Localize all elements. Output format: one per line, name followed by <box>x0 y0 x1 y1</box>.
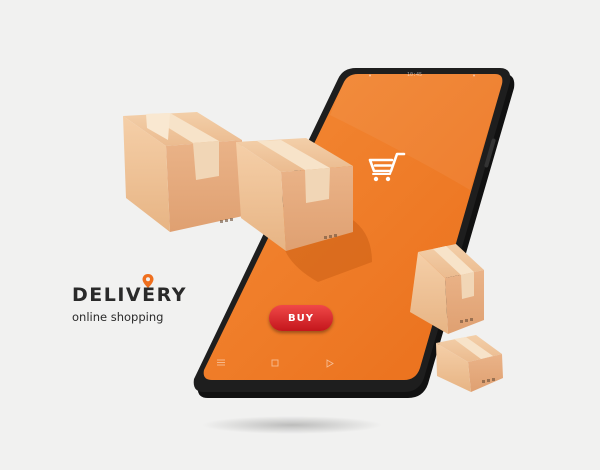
status-dot <box>369 74 371 77</box>
brand-block: DELIVERY online shopping <box>72 284 187 324</box>
brand-subtitle: online shopping <box>72 310 164 324</box>
buy-button[interactable]: BUY <box>269 305 333 331</box>
parcel-box <box>436 335 503 392</box>
ground-shadow <box>202 416 382 434</box>
brand-title: DELIVERY <box>72 284 187 306</box>
status-dot <box>473 74 475 77</box>
parcel-box <box>123 112 243 232</box>
delivery-scene <box>123 68 515 434</box>
status-time: 10:45 <box>407 72 423 78</box>
